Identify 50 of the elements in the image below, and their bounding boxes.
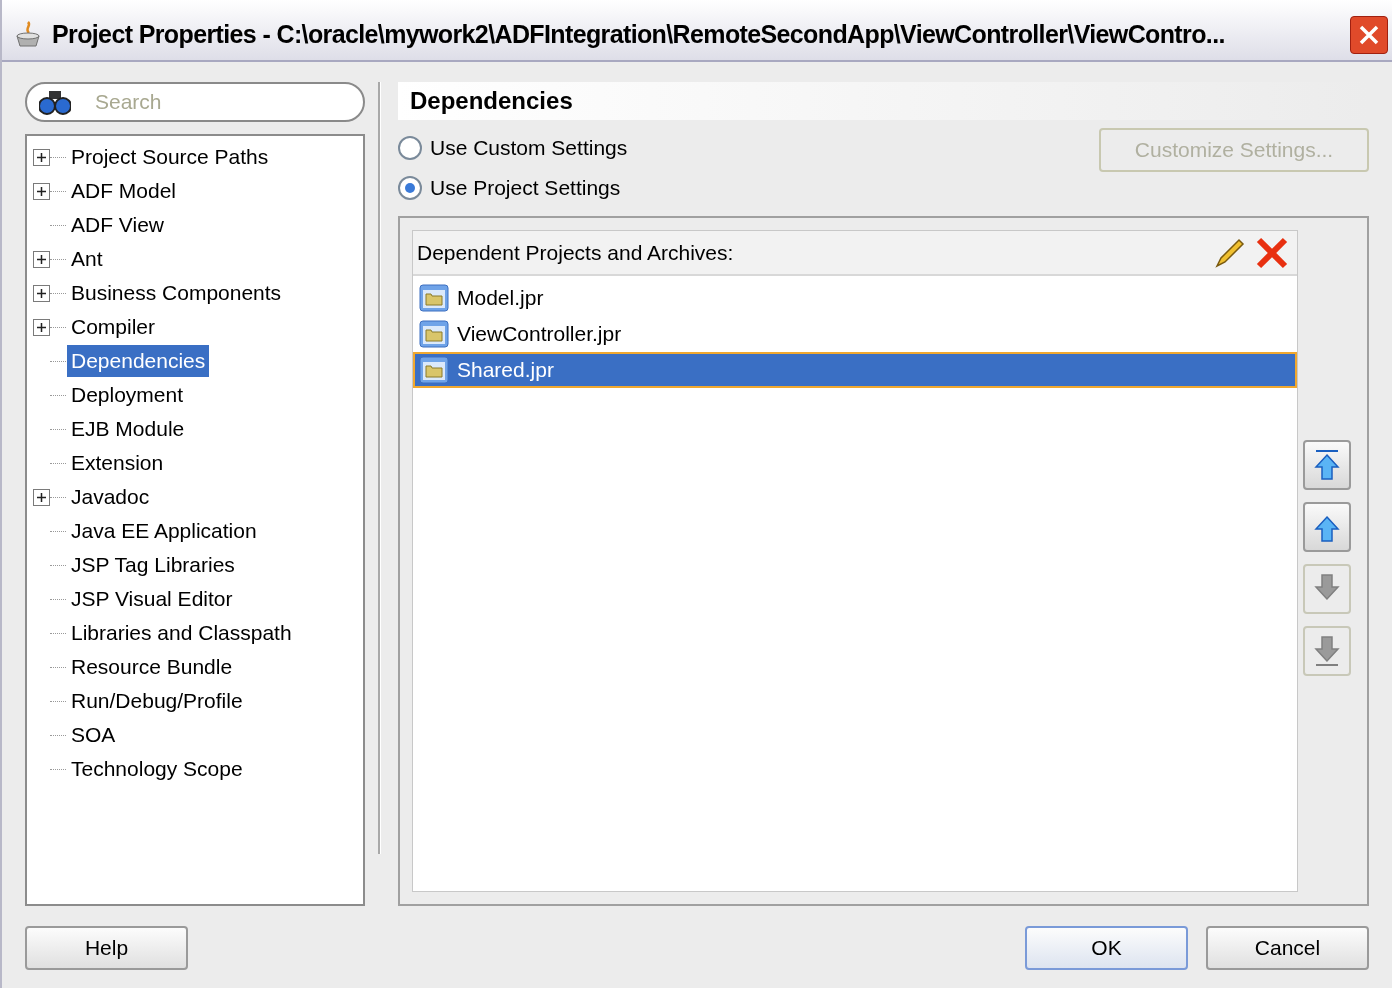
cancel-button[interactable]: Cancel [1206, 926, 1369, 970]
tree-item[interactable]: Javadoc [67, 481, 154, 513]
expand-icon[interactable] [33, 182, 50, 200]
project-name: Shared.jpr [457, 357, 554, 384]
tree-item[interactable]: Extension [67, 447, 168, 479]
tree-item[interactable]: Libraries and Classpath [67, 617, 296, 649]
tree-item[interactable]: Project Source Paths [67, 141, 273, 173]
ok-button[interactable]: OK [1025, 926, 1188, 970]
tree-item[interactable]: Resource Bundle [67, 651, 237, 683]
tree-item[interactable]: Technology Scope [67, 753, 247, 785]
help-button[interactable]: Help [25, 926, 188, 970]
list-title: Dependent Projects and Archives: [417, 239, 735, 266]
tree-item[interactable]: JSP Tag Libraries [67, 549, 239, 581]
expand-icon[interactable] [33, 488, 50, 506]
tree-item[interactable]: Deployment [67, 379, 188, 411]
tree-item[interactable]: ADF Model [67, 175, 181, 207]
expand-icon[interactable] [33, 318, 50, 336]
tree-item[interactable]: EJB Module [67, 413, 189, 445]
search-field[interactable]: Search [25, 82, 365, 122]
project-name: Model.jpr [457, 285, 544, 312]
project-folder-icon [419, 284, 449, 312]
expand-icon[interactable] [33, 148, 50, 166]
expand-icon[interactable] [33, 284, 50, 302]
tree-item[interactable]: JSP Visual Editor [67, 583, 237, 615]
tree-item[interactable]: Run/Debug/Profile [67, 685, 247, 717]
radio-button[interactable] [398, 176, 422, 200]
tree-item[interactable]: Dependencies [67, 345, 210, 377]
tree-item[interactable]: Business Components [67, 277, 286, 309]
radio-button[interactable] [398, 136, 422, 160]
expand-icon[interactable] [33, 250, 50, 268]
move-button[interactable] [1302, 440, 1351, 490]
project-folder-icon [419, 320, 449, 348]
close-button[interactable] [1350, 16, 1388, 54]
project-name: ViewController.jpr [457, 321, 622, 348]
radio-option[interactable]: Use Custom Settings [398, 128, 1099, 168]
tree-item[interactable]: ADF View [67, 209, 168, 241]
tree-item[interactable]: Compiler [67, 311, 160, 343]
tree-item[interactable]: SOA [67, 719, 120, 751]
project-row[interactable]: ViewController.jpr [413, 316, 1297, 352]
delete-icon[interactable] [1255, 235, 1289, 270]
close-icon [1358, 24, 1380, 46]
project-row[interactable]: Model.jpr [413, 280, 1297, 316]
move-button[interactable] [1302, 502, 1351, 552]
tree-item[interactable]: Ant [67, 243, 107, 275]
project-folder-icon [419, 356, 449, 384]
window-title: Project Properties - C:\oracle\mywork2\ADFIntegration\RemoteSecondApp\ViewController\ViewContro... [52, 19, 1226, 51]
radio-option[interactable]: Use Project Settings [398, 168, 1099, 208]
tree-item[interactable]: Java EE Application [67, 515, 261, 547]
project-row[interactable]: Shared.jpr [413, 352, 1297, 388]
panel-title: Dependencies [410, 86, 573, 116]
